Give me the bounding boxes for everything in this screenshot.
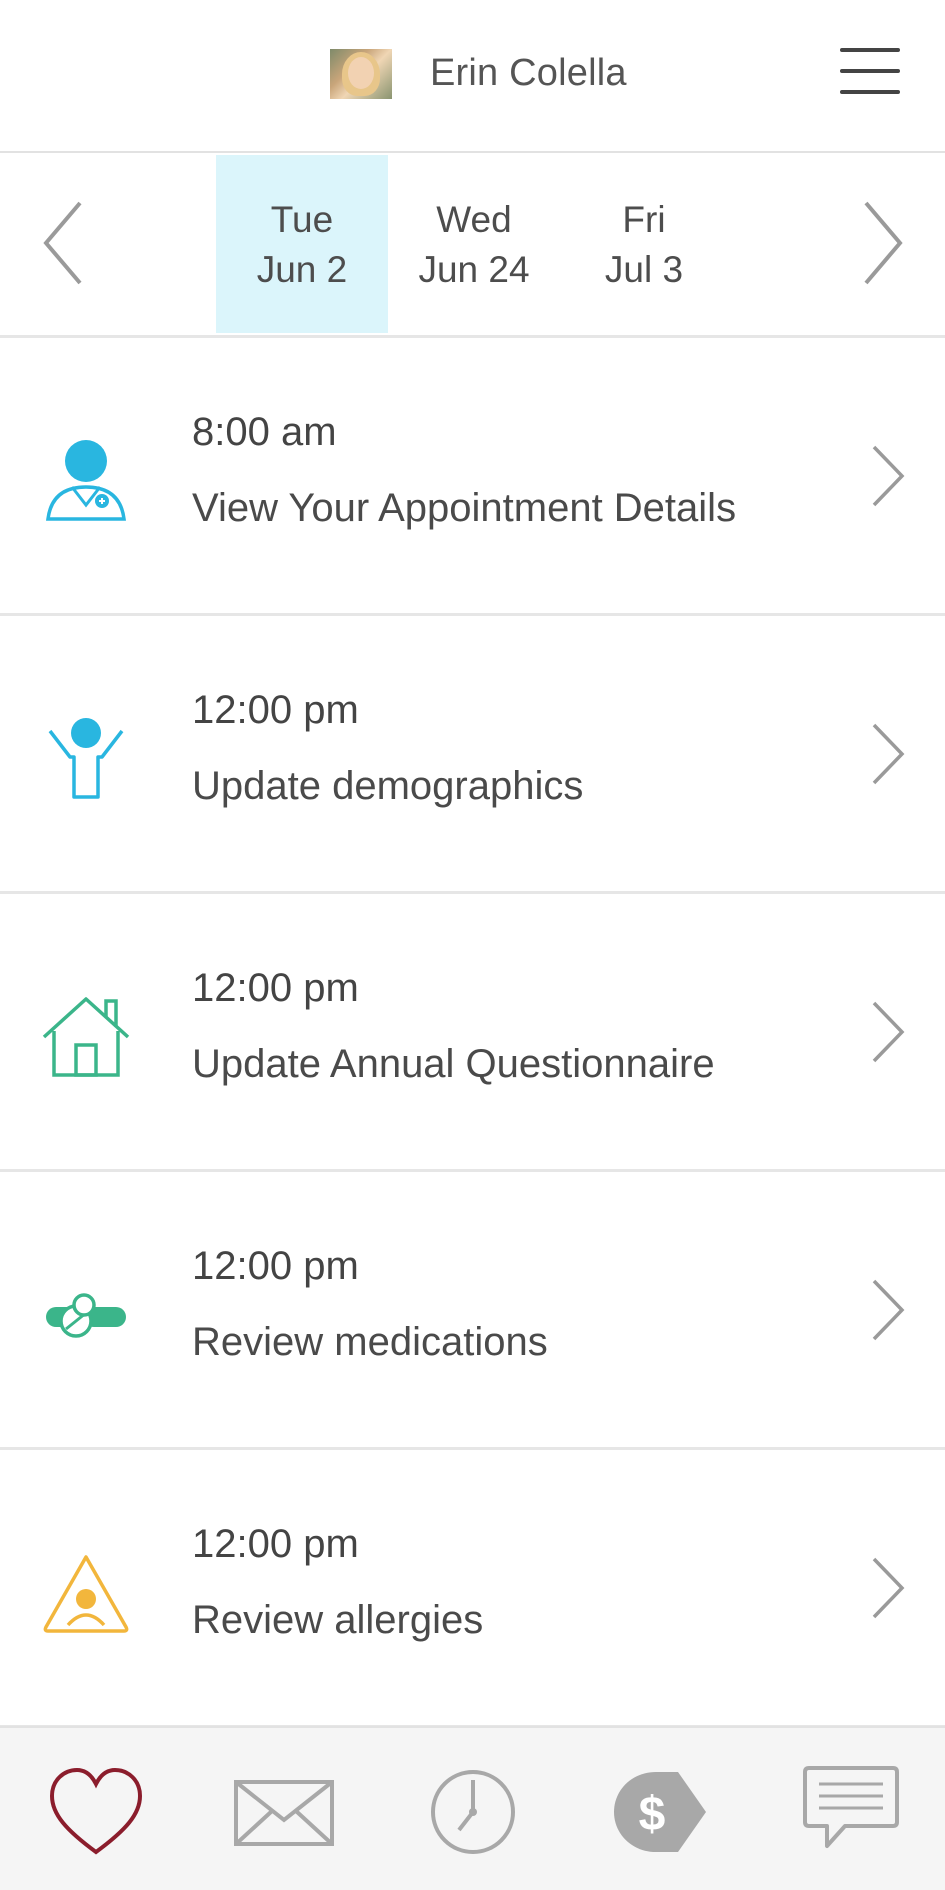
chevron-right-icon <box>872 445 905 507</box>
date-day: Jul 3 <box>604 249 684 290</box>
nav-schedule-button[interactable] <box>423 1764 523 1860</box>
house-icon <box>42 997 130 1077</box>
bottom-navigation: $ <box>0 1726 945 1890</box>
chevron-left-icon <box>43 201 82 285</box>
date-day: Jun 2 <box>256 249 348 290</box>
task-time: 12:00 pm <box>192 1522 359 1566</box>
task-time: 8:00 am <box>192 410 337 454</box>
task-time: 12:00 pm <box>192 688 359 732</box>
chevron-right-icon <box>872 1279 905 1341</box>
chevron-right-icon <box>872 1001 905 1063</box>
nav-billing-button[interactable]: $ <box>608 1764 708 1860</box>
heart-icon <box>49 1767 143 1855</box>
avatar-face <box>348 57 374 89</box>
previous-date-button[interactable] <box>38 193 98 293</box>
task-title: View Your Appointment Details <box>192 486 737 530</box>
chevron-right-icon <box>872 1557 905 1619</box>
next-date-button[interactable] <box>858 193 918 293</box>
allergy-warning-icon <box>43 1555 129 1633</box>
chat-icon <box>803 1766 899 1848</box>
billing-dollar-tag-icon: $ <box>614 1772 706 1852</box>
date-day: Jun 24 <box>418 249 530 290</box>
user-name[interactable]: Erin Colella <box>430 52 627 95</box>
task-title: Review medications <box>192 1320 548 1364</box>
person-arms-up-icon <box>48 718 124 799</box>
nav-chat-button[interactable] <box>801 1764 901 1860</box>
nav-health-button[interactable] <box>46 1764 146 1860</box>
pills-icon <box>46 1293 126 1338</box>
date-tab-2[interactable]: Wed Jun 24 <box>388 155 560 333</box>
task-item-allergies[interactable]: 12:00 pm Review allergies <box>0 1450 945 1728</box>
date-selector: Tue Jun 2 Wed Jun 24 Fri Jul 3 <box>0 153 945 338</box>
svg-text:$: $ <box>639 1788 666 1841</box>
date-tab-3[interactable]: Fri Jul 3 <box>558 155 730 333</box>
task-item-demographics[interactable]: 12:00 pm Update demographics <box>0 616 945 894</box>
mail-icon <box>234 1780 334 1846</box>
date-weekday: Fri <box>622 199 666 240</box>
date-tab-1[interactable]: Tue Jun 2 <box>216 155 388 333</box>
user-avatar[interactable] <box>330 49 392 99</box>
chevron-right-icon <box>864 201 903 285</box>
doctor-icon <box>46 440 126 521</box>
task-item-medications[interactable]: 12:00 pm Review medications <box>0 1172 945 1450</box>
clock-icon <box>431 1770 515 1854</box>
task-list: 8:00 am View Your Appointment Details 12… <box>0 338 945 1728</box>
chevron-right-icon <box>872 723 905 785</box>
task-title: Review allergies <box>192 1598 484 1642</box>
hamburger-menu-icon[interactable] <box>838 46 902 96</box>
task-item-appointment[interactable]: 8:00 am View Your Appointment Details <box>0 338 945 616</box>
nav-messages-button[interactable] <box>234 1764 334 1860</box>
app-header: Erin Colella <box>0 0 945 153</box>
date-weekday: Wed <box>436 199 512 240</box>
task-title: Update demographics <box>192 764 584 808</box>
task-item-questionnaire[interactable]: 12:00 pm Update Annual Questionnaire <box>0 894 945 1172</box>
date-weekday: Tue <box>270 199 334 240</box>
task-time: 12:00 pm <box>192 966 359 1010</box>
task-title: Update Annual Questionnaire <box>192 1042 715 1086</box>
task-time: 12:00 pm <box>192 1244 359 1288</box>
